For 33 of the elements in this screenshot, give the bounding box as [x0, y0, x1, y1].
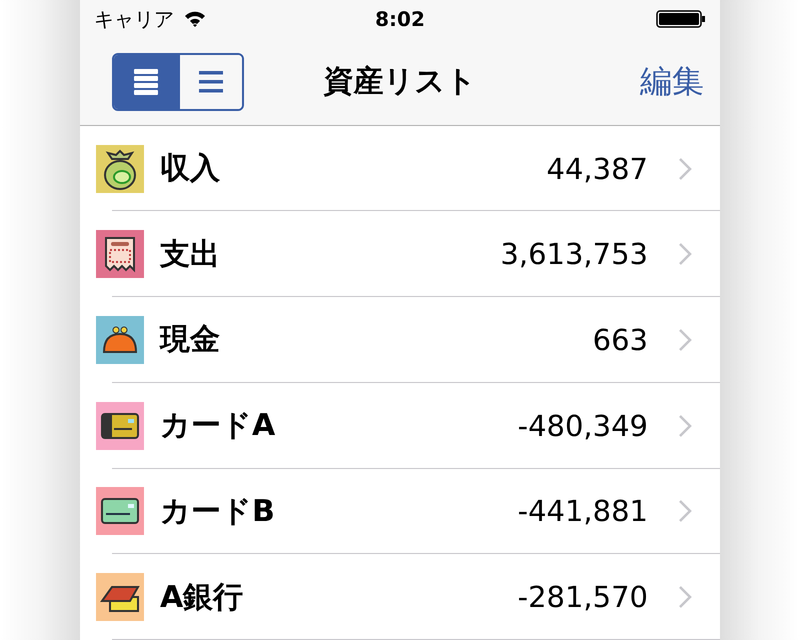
battery-icon	[656, 10, 706, 28]
asset-name: 現金	[160, 321, 220, 360]
asset-amount: 3,613,753	[500, 237, 648, 272]
chevron-icon	[678, 242, 692, 266]
chevron-icon	[678, 499, 692, 524]
asset-name: 支出	[160, 236, 220, 274]
wifi-icon	[184, 11, 206, 28]
asset-row[interactable]: カードB -441,881	[80, 468, 720, 554]
chevron-icon	[678, 156, 692, 181]
asset-row[interactable]: 現金 663	[80, 297, 720, 383]
asset-amount: -480,349	[518, 408, 648, 443]
chevron-icon	[678, 585, 692, 610]
chevron-icon	[678, 328, 692, 352]
list-icon	[132, 66, 160, 97]
clock-time: 8:02	[375, 7, 425, 32]
chevron-icon	[678, 414, 692, 438]
asset-amount: -281,570	[518, 580, 648, 614]
asset-name: カードA	[160, 407, 276, 446]
view-mode-button[interactable]	[178, 54, 242, 109]
nav-title: 資産リスト	[324, 63, 476, 102]
asset-amount: -441,881	[518, 494, 648, 528]
asset-row[interactable]: カードA -480,349	[80, 382, 720, 469]
asset-amount: 44,387	[546, 152, 648, 186]
asset-row[interactable]: 支出 3,613,753	[80, 211, 720, 298]
asset-name: A銀行	[160, 578, 244, 617]
asset-amount: 663	[592, 322, 648, 357]
view-mode-button[interactable]	[114, 54, 178, 109]
asset-row[interactable]: 収入 44,387	[80, 126, 720, 212]
carrier-name: キャリア	[94, 6, 174, 33]
asset-name: 収入	[160, 150, 220, 188]
asset-name: カードB	[160, 492, 275, 531]
asset-row[interactable]: A銀行 -281,570	[80, 554, 720, 640]
edit-link[interactable]: 編集	[640, 60, 704, 104]
